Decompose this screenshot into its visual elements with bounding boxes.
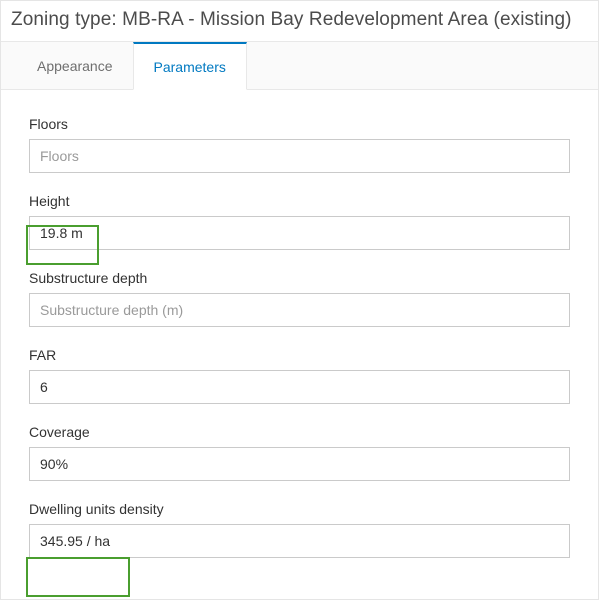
- page-title: Zoning type: MB-RA - Mission Bay Redevel…: [1, 1, 598, 42]
- field-coverage: Coverage: [29, 424, 570, 481]
- field-substructure-depth: Substructure depth: [29, 270, 570, 327]
- input-height[interactable]: [29, 216, 570, 250]
- parameters-form: Floors Height Substructure depth FAR Cov…: [1, 90, 598, 558]
- label-far: FAR: [29, 347, 570, 363]
- field-height: Height: [29, 193, 570, 250]
- label-dwelling-density: Dwelling units density: [29, 501, 570, 517]
- input-substructure-depth[interactable]: [29, 293, 570, 327]
- input-far[interactable]: [29, 370, 570, 404]
- tab-parameters[interactable]: Parameters: [133, 42, 247, 90]
- input-floors[interactable]: [29, 139, 570, 173]
- highlight-density: [26, 557, 130, 597]
- field-far: FAR: [29, 347, 570, 404]
- label-floors: Floors: [29, 116, 570, 132]
- tabs: Appearance Parameters: [1, 42, 598, 90]
- label-substructure-depth: Substructure depth: [29, 270, 570, 286]
- label-coverage: Coverage: [29, 424, 570, 440]
- tab-appearance[interactable]: Appearance: [17, 42, 133, 89]
- label-height: Height: [29, 193, 570, 209]
- input-coverage[interactable]: [29, 447, 570, 481]
- field-dwelling-density: Dwelling units density: [29, 501, 570, 558]
- field-floors: Floors: [29, 116, 570, 173]
- input-dwelling-density[interactable]: [29, 524, 570, 558]
- zoning-panel: Zoning type: MB-RA - Mission Bay Redevel…: [0, 0, 599, 600]
